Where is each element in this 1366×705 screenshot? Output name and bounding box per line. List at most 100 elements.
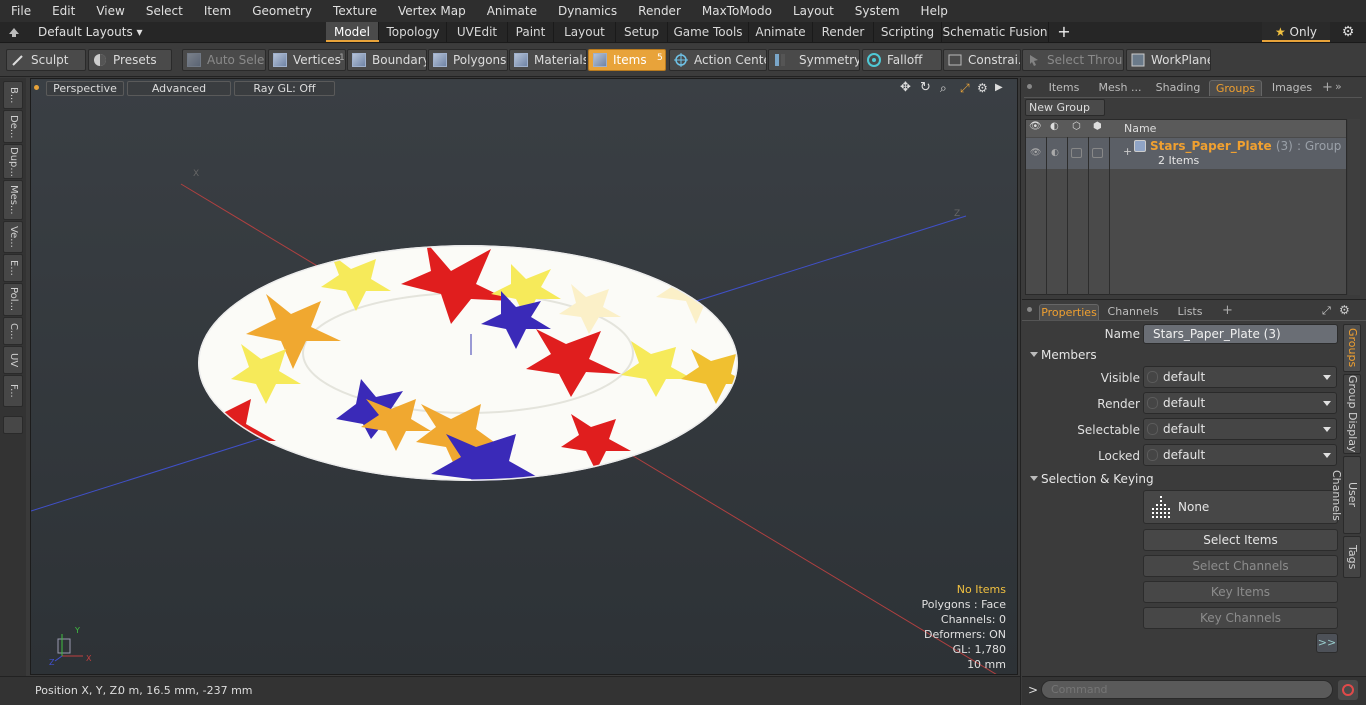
selectable-select[interactable]: default: [1143, 418, 1337, 440]
tab-images[interactable]: Images: [1266, 80, 1318, 96]
auto-select-button[interactable]: Auto Select: [182, 49, 266, 71]
tab-setup[interactable]: Setup: [616, 22, 668, 42]
groups-scrollbar[interactable]: [1348, 119, 1360, 295]
boundary-button[interactable]: Boundary: [347, 49, 427, 71]
zoom-view-icon[interactable]: ⌕: [940, 81, 954, 95]
key-channels-button[interactable]: Key Channels: [1143, 607, 1338, 629]
tab-mesh[interactable]: Mesh ...: [1092, 80, 1148, 96]
side-tab-user-channels[interactable]: User Channels: [1330, 456, 1361, 534]
left-tab-vertex[interactable]: Ve...: [3, 221, 23, 253]
add-panel-tab-button[interactable]: +: [1322, 80, 1333, 95]
members-section-header[interactable]: Members: [1025, 347, 1338, 363]
menu-dynamics[interactable]: Dynamics: [547, 0, 627, 22]
menu-geometry[interactable]: Geometry: [241, 0, 322, 22]
visible-select[interactable]: default: [1143, 366, 1337, 388]
panel-menu-dot[interactable]: [1027, 84, 1032, 89]
tab-channels[interactable]: Channels: [1103, 304, 1163, 320]
selection-keying-section-header[interactable]: Selection & Keying: [1025, 471, 1338, 487]
record-macro-button[interactable]: [1338, 680, 1358, 700]
selection-set-none-button[interactable]: None: [1143, 490, 1338, 524]
left-tab-fusion[interactable]: F...: [3, 375, 23, 407]
locked-select[interactable]: default: [1143, 444, 1337, 466]
panel-splitter[interactable]: [1022, 299, 1366, 300]
name-field[interactable]: Stars_Paper_Plate (3): [1143, 324, 1338, 344]
action-center-button[interactable]: Action Center: [669, 49, 767, 71]
tab-properties[interactable]: Properties: [1039, 304, 1099, 320]
gear-icon[interactable]: ⚙: [1340, 24, 1356, 40]
add-properties-tab-button[interactable]: +: [1222, 303, 1233, 318]
tab-scripting[interactable]: Scripting: [874, 22, 942, 42]
default-layouts-dropdown[interactable]: Default Layouts ▾: [38, 22, 143, 42]
play-arrow-icon[interactable]: ▶: [995, 81, 1005, 95]
menu-render[interactable]: Render: [627, 0, 691, 22]
3d-viewport[interactable]: X Z Y X Z No Items Polygons: Face Chann…: [30, 78, 1018, 675]
viewport-menu-dot[interactable]: [34, 85, 39, 90]
sculpt-button[interactable]: Sculpt: [6, 49, 86, 71]
move-view-icon[interactable]: ✥: [900, 81, 914, 95]
left-tab-polygon[interactable]: Pol...: [3, 283, 23, 316]
expand-panel-icon[interactable]: ⤢: [1322, 304, 1331, 318]
constraints-button[interactable]: Constrai...: [943, 49, 1021, 71]
properties-gear-icon[interactable]: ⚙: [1339, 303, 1350, 317]
left-tab-curve[interactable]: C...: [3, 317, 23, 345]
render-icon[interactable]: ◐: [1050, 121, 1062, 133]
lock-cube-icon[interactable]: ⬡: [1072, 121, 1084, 133]
menu-system[interactable]: System: [844, 0, 910, 22]
rotate-view-icon[interactable]: ↻: [920, 81, 934, 95]
menu-layout[interactable]: Layout: [782, 0, 844, 22]
tab-paint[interactable]: Paint: [508, 22, 554, 42]
left-tab-basic[interactable]: B...: [3, 81, 23, 109]
tab-groups[interactable]: Groups: [1209, 80, 1262, 96]
tab-lists[interactable]: Lists: [1168, 304, 1212, 320]
new-group-button[interactable]: New Group: [1025, 99, 1105, 116]
side-tab-tags[interactable]: Tags: [1343, 536, 1361, 578]
key-items-button[interactable]: Key Items: [1143, 581, 1338, 603]
falloff-button[interactable]: Falloff: [862, 49, 942, 71]
left-tab-edge[interactable]: E...: [3, 254, 23, 282]
layout-arrow-icon[interactable]: [8, 26, 20, 38]
vertices-button[interactable]: Vertices: [268, 49, 346, 71]
polygons-button[interactable]: Polygons: [428, 49, 508, 71]
tab-uvedit[interactable]: UVEdit: [447, 22, 508, 42]
tab-topology[interactable]: Topology: [380, 22, 447, 42]
row-select-checkbox[interactable]: [1092, 148, 1103, 158]
symmetry-button[interactable]: Symmetry: [768, 49, 860, 71]
add-tab-button[interactable]: +: [1057, 22, 1071, 42]
row-render-icon[interactable]: ◐: [1051, 148, 1059, 158]
menu-texture[interactable]: Texture: [322, 0, 387, 22]
tab-game-tools[interactable]: Game Tools: [668, 22, 749, 42]
command-input[interactable]: [1041, 680, 1333, 699]
tab-layout[interactable]: Layout: [554, 22, 616, 42]
only-toggle[interactable]: ★ Only: [1262, 22, 1330, 42]
tab-render[interactable]: Render: [813, 22, 874, 42]
menu-select[interactable]: Select: [135, 0, 193, 22]
properties-menu-dot[interactable]: [1027, 307, 1032, 312]
menu-animate[interactable]: Animate: [476, 0, 547, 22]
expand-plus-icon[interactable]: +: [1123, 145, 1132, 158]
visibility-eye-icon[interactable]: 👁: [1029, 121, 1042, 133]
side-tab-group-display[interactable]: Group Display: [1343, 374, 1361, 454]
fit-view-icon[interactable]: ⤢: [960, 81, 974, 95]
shading-mode-advanced[interactable]: Advanced: [127, 81, 231, 96]
tab-shading[interactable]: Shading: [1152, 80, 1204, 96]
left-tab-uv[interactable]: UV: [3, 346, 23, 374]
materials-button[interactable]: Materials: [509, 49, 587, 71]
menu-edit[interactable]: Edit: [41, 0, 85, 22]
row-lock-checkbox[interactable]: [1071, 148, 1082, 158]
select-cube-icon[interactable]: ⬢: [1093, 121, 1105, 133]
raygl-toggle[interactable]: Ray GL: Off: [234, 81, 335, 96]
more-button[interactable]: >>: [1316, 633, 1338, 653]
left-tab-collapse[interactable]: [3, 416, 23, 434]
workplane-button[interactable]: WorkPlane: [1126, 49, 1211, 71]
row-visibility-eye-icon[interactable]: 👁: [1030, 148, 1041, 158]
panel-overflow-icon[interactable]: »: [1335, 80, 1342, 93]
tab-model[interactable]: Model: [326, 22, 379, 42]
left-tab-mesh[interactable]: Mes...: [3, 180, 23, 220]
menu-maxtomodo[interactable]: MaxToModo: [691, 0, 782, 22]
menu-file[interactable]: File: [0, 0, 41, 22]
select-items-button[interactable]: Select Items: [1143, 529, 1338, 551]
menu-item[interactable]: Item: [193, 0, 241, 22]
presets-button[interactable]: Presets: [88, 49, 172, 71]
menu-view[interactable]: View: [85, 0, 134, 22]
tab-schematic-fusion[interactable]: Schematic Fusion: [942, 22, 1049, 42]
